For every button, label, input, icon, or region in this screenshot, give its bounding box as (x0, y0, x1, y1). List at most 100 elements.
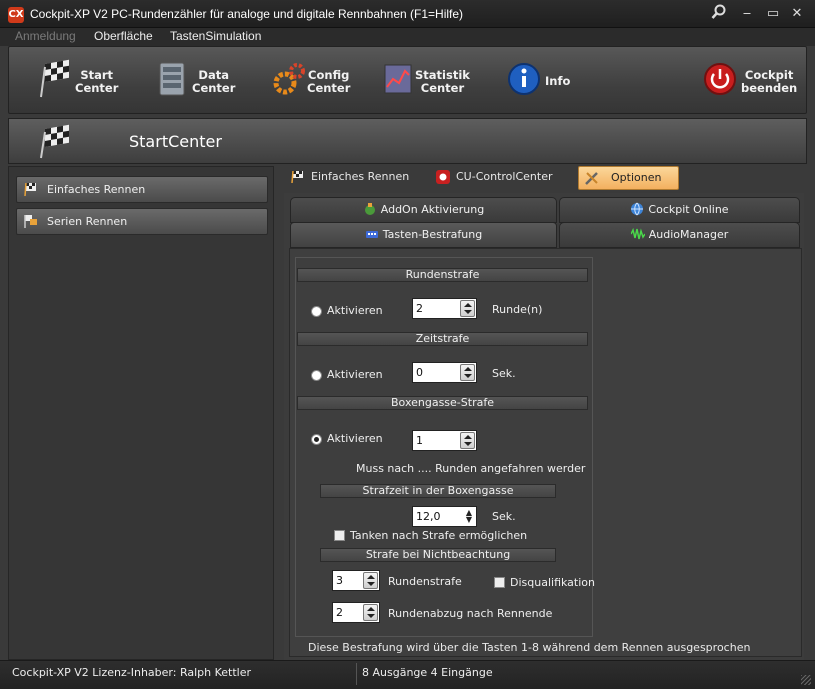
spinner-arrows[interactable] (363, 572, 378, 589)
strafzeit-unit: Sek. (492, 510, 516, 523)
strafzeit-header: Strafzeit in der Boxengasse (320, 484, 556, 498)
resize-grip-icon[interactable] (801, 675, 811, 685)
tab-addon-aktivierung[interactable]: AddOn Aktivierung (290, 197, 557, 223)
spinner-arrows[interactable] (460, 364, 475, 381)
tab-audiomanager[interactable]: AudioManager (559, 222, 800, 248)
rundenabzug-label: Rundenabzug nach Rennende (388, 607, 553, 620)
tab-optionen[interactable]: Optionen (578, 166, 679, 190)
zeitstrafe-header: Zeitstrafe (297, 332, 588, 346)
spinner-value: 0 (416, 366, 423, 379)
race-flag-icon (24, 182, 36, 197)
close-icon[interactable]: ✕ (787, 4, 807, 24)
sidebar-item-einfaches-rennen[interactable]: Einfaches Rennen (16, 176, 268, 203)
status-io: 8 Ausgänge 4 Eingänge (362, 666, 493, 679)
cockpit-beenden-label: Cockpit beenden (741, 68, 798, 95)
chart-icon (384, 64, 412, 94)
tab-label: AddOn Aktivierung (380, 203, 485, 216)
window-title: Cockpit-XP V2 PC-Rundenzähler für analog… (30, 7, 464, 21)
strafzeit-spinner[interactable]: 12,0 ▲ ▼ (412, 506, 477, 527)
minimize-icon[interactable]: ‒ (737, 4, 757, 24)
spinner-value: 2 (336, 606, 343, 619)
cockpit-beenden-button[interactable]: Cockpit beenden (703, 53, 801, 109)
maximize-icon[interactable]: ▭ (763, 4, 783, 24)
tab-label: AudioManager (648, 228, 729, 241)
keyboard-icon (365, 226, 379, 240)
nichtbeachtung-header: Strafe bei Nichtbeachtung (320, 548, 556, 562)
config-center-label: Config Center (307, 68, 351, 95)
globe-icon (630, 201, 644, 216)
info-icon (508, 63, 540, 95)
tab-einfaches-rennen[interactable]: Einfaches Rennen (291, 166, 421, 190)
zeitstrafe-unit: Sek. (492, 367, 516, 380)
main-toolbar: Start Center Data Center Config Center S… (8, 46, 807, 114)
data-center-button[interactable]: Data Center (154, 53, 244, 109)
sidebar-item-label: Einfaches Rennen (47, 183, 146, 196)
sidebar-item-serien-rennen[interactable]: Serien Rennen (16, 208, 268, 235)
start-center-button[interactable]: Start Center (39, 53, 129, 109)
spinner-arrows[interactable] (460, 432, 475, 449)
checkered-flag-icon (40, 124, 69, 159)
section-header: StartCenter (8, 118, 807, 164)
info-label: Info (545, 74, 571, 88)
config-center-button[interactable]: Config Center (271, 53, 361, 109)
nichtbeachtung-runden-spinner[interactable]: 3 (332, 570, 380, 591)
menu-bar: Anmeldung Oberfläche TastenSimulation (0, 28, 815, 46)
race-flag-icon (291, 170, 303, 184)
rundenstrafe-spinner[interactable]: 2 (412, 298, 477, 319)
rundenstrafe-radio[interactable] (311, 306, 322, 317)
status-license: Cockpit-XP V2 Lizenz-Inhaber: Ralph Kett… (12, 666, 251, 679)
boxengasse-note: Muss nach .... Runden angefahren werder (356, 462, 586, 475)
zeitstrafe-radio[interactable] (311, 370, 322, 381)
spinner-value: 2 (416, 302, 423, 315)
nichtbeachtung-runden-label: Rundenstrafe (388, 575, 462, 588)
rundenstrafe-aktivieren-label: Aktivieren (327, 304, 383, 317)
app-window: CX Cockpit-XP V2 PC-Rundenzähler für ana… (0, 0, 815, 689)
info-button[interactable]: Info (507, 53, 577, 109)
tab-cu-controlcenter[interactable]: CU-ControlCenter (435, 166, 565, 190)
menu-tastensimulation[interactable]: TastenSimulation (170, 29, 261, 43)
rundenstrafe-header: Rundenstrafe (297, 268, 588, 282)
title-bar: CX Cockpit-XP V2 PC-Rundenzähler für ana… (0, 0, 815, 28)
status-bar: Cockpit-XP V2 Lizenz-Inhaber: Ralph Kett… (0, 660, 815, 689)
tanken-checkbox[interactable] (334, 530, 345, 541)
search-icon[interactable] (709, 4, 729, 24)
tab-cockpit-online[interactable]: Cockpit Online (559, 197, 800, 223)
spinner-value: 3 (336, 574, 343, 587)
updown-arrows-icon[interactable]: ▲ ▼ (466, 509, 472, 524)
tab-label: Einfaches Rennen (311, 170, 410, 183)
disqualifikation-label: Disqualifikation (510, 576, 595, 589)
zeitstrafe-aktivieren-label: Aktivieren (327, 368, 383, 381)
tab-tasten-bestrafung[interactable]: Tasten-Bestrafung (290, 222, 557, 248)
tab-label: Tasten-Bestrafung (382, 228, 483, 241)
app-logo-icon: CX (8, 7, 24, 23)
sidebar-item-label: Serien Rennen (47, 215, 128, 228)
tab-label: Optionen (611, 171, 662, 184)
boxengasse-header: Boxengasse-Strafe (297, 396, 588, 410)
gears-icon (273, 63, 305, 95)
disqualifikation-checkbox[interactable] (494, 577, 505, 588)
penalty-footnote: Diese Bestrafung wird über die Tasten 1-… (308, 641, 751, 654)
menu-oberflaeche[interactable]: Oberfläche (94, 29, 153, 43)
checkered-flag-icon (40, 59, 69, 98)
boxengasse-radio[interactable] (311, 434, 322, 445)
zeitstrafe-spinner[interactable]: 0 (412, 362, 477, 383)
server-icon (159, 62, 185, 96)
main-tabs: Einfaches Rennen CU-ControlCenter Option… (288, 166, 808, 190)
spinner-arrows[interactable] (460, 300, 475, 317)
page-title: StartCenter (129, 132, 222, 151)
rundenstrafe-unit: Runde(n) (492, 303, 543, 316)
rundenabzug-spinner[interactable]: 2 (332, 602, 380, 623)
tools-icon (585, 172, 598, 185)
waveform-icon (630, 226, 646, 240)
data-center-label: Data Center (192, 68, 236, 95)
sidebar: Einfaches Rennen Serien Rennen (8, 166, 274, 660)
spinner-arrows[interactable] (363, 604, 378, 621)
start-center-label: Start Center (75, 68, 119, 95)
controller-icon (436, 170, 450, 184)
menu-anmeldung[interactable]: Anmeldung (15, 29, 76, 43)
tab-label: Cockpit Online (648, 203, 729, 216)
spinner-value: 1 (416, 434, 423, 447)
tanken-label: Tanken nach Strafe ermöglichen (350, 529, 528, 542)
boxengasse-spinner[interactable]: 1 (412, 430, 477, 451)
statistik-center-button[interactable]: Statistik Center (381, 53, 476, 109)
